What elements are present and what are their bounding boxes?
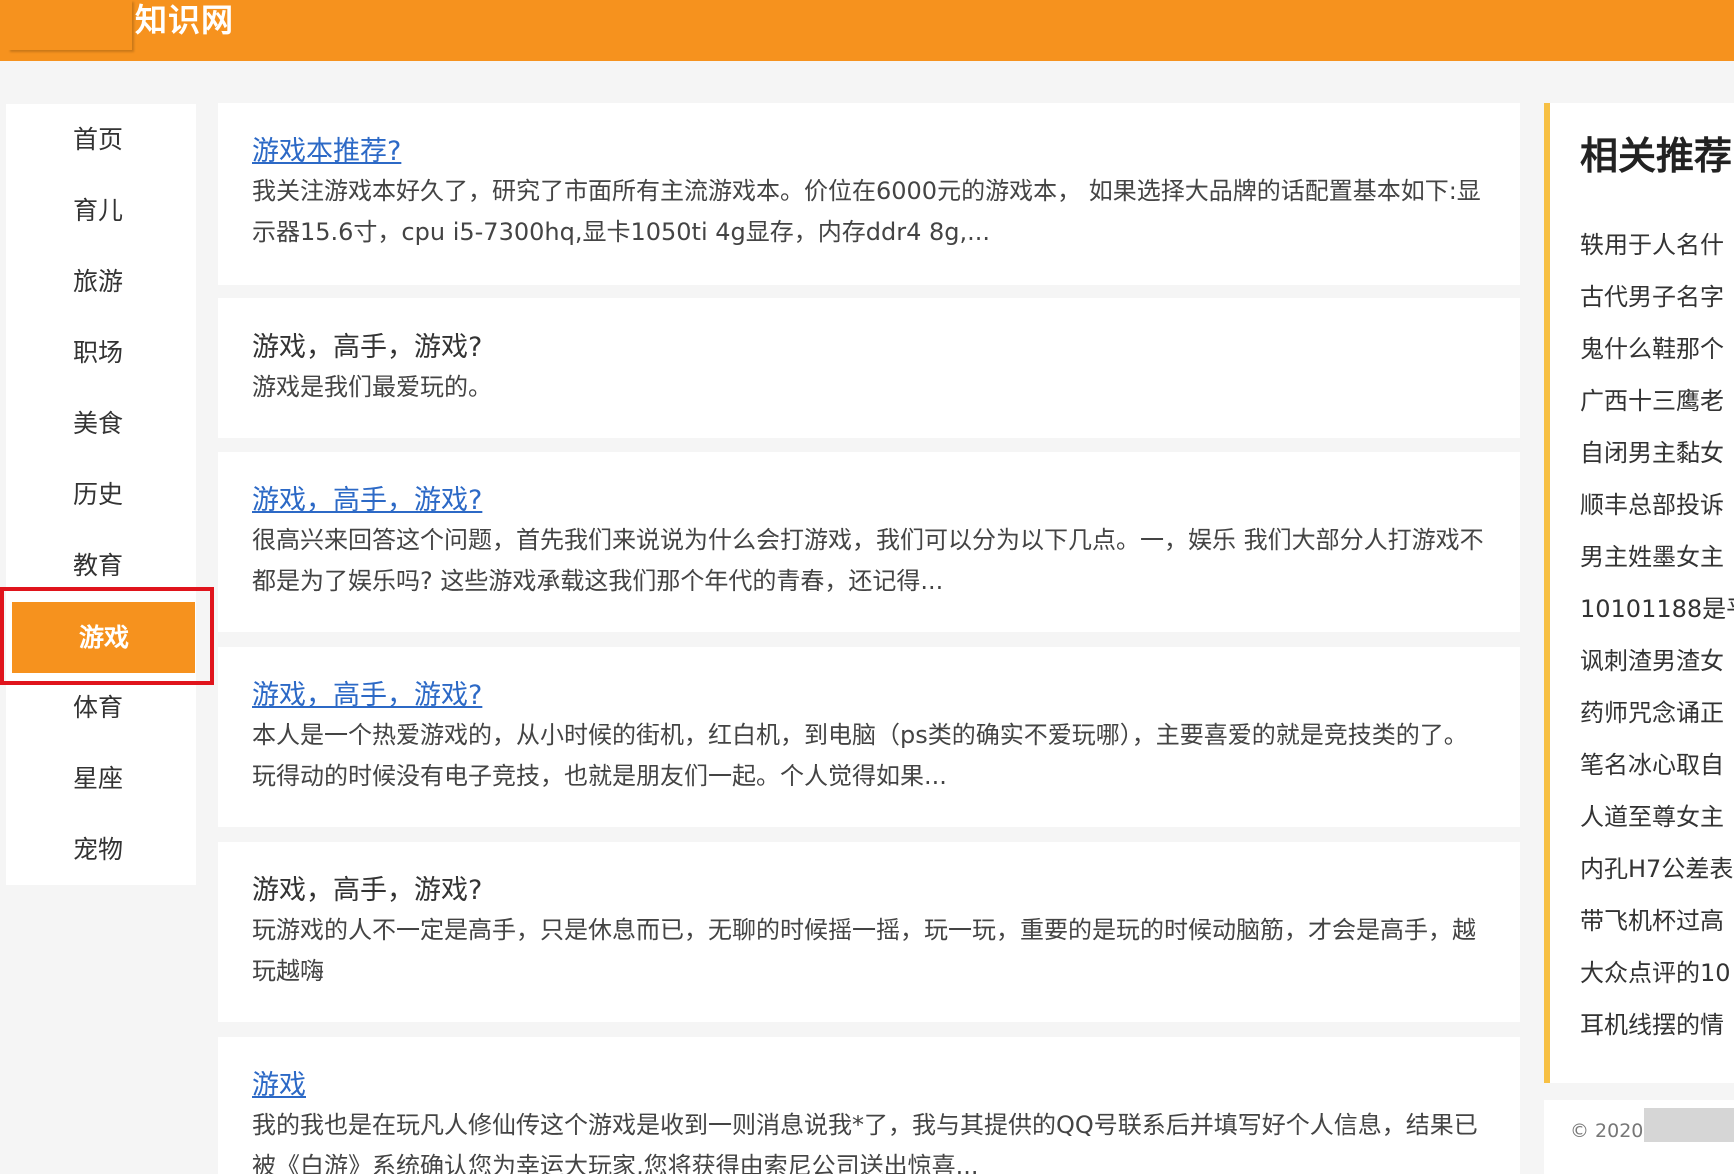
article-card: 游戏，高手，游戏? 很高兴来回答这个问题，首先我们来说说为什么会打游戏，我们可以… xyxy=(218,452,1520,632)
nav-item-parenting[interactable]: 育儿 xyxy=(6,175,196,246)
article-card: 游戏 我的我也是在玩凡人修仙传这个游戏是收到一则消息说我*了，我与其提供的QQ号… xyxy=(218,1037,1520,1174)
related-panel: 相关推荐 轶用于人名什 古代男子名字 鬼什么鞋那个 广西十三鹰老 自闭男主黏女 … xyxy=(1544,103,1734,1083)
related-item[interactable]: 顺丰总部投诉 xyxy=(1580,485,1724,520)
article-summary: 玩游戏的人不一定是高手，只是休息而已，无聊的时候摇一摇，玩一玩，重要的是玩的时候… xyxy=(252,916,1476,985)
related-item[interactable]: 讽刺渣男渣女 xyxy=(1580,641,1724,676)
footer-placeholder xyxy=(1644,1108,1734,1142)
related-item[interactable]: 带飞机杯过高 xyxy=(1580,901,1724,936)
article-title: 游戏，高手，游戏? xyxy=(252,875,483,906)
nav-item-food[interactable]: 美食 xyxy=(6,388,196,459)
logo[interactable] xyxy=(8,0,132,50)
nav-item-career[interactable]: 职场 xyxy=(6,317,196,388)
article-title: 游戏，高手，游戏? xyxy=(252,332,483,363)
article-card: 游戏，高手，游戏? 游戏是我们最爱玩的。 xyxy=(218,298,1520,438)
nav-item-horoscope[interactable]: 星座 xyxy=(6,743,196,814)
article-summary: 我关注游戏本好久了，研究了市面所有主流游戏本。价位在6000元的游戏本， 如果选… xyxy=(252,177,1481,246)
article-card: 游戏，高手，游戏? 本人是一个热爱游戏的，从小时候的街机，红白机，到电脑（ps类… xyxy=(218,647,1520,827)
related-title: 相关推荐 xyxy=(1580,134,1733,178)
article-title-link[interactable]: 游戏，高手，游戏? xyxy=(252,677,1490,715)
related-item[interactable]: 大众点评的10 xyxy=(1580,953,1731,988)
site-name[interactable]: 知识网 xyxy=(135,0,234,40)
article-title-link[interactable]: 游戏 xyxy=(252,1067,1490,1105)
copyright-text: © 2020 xyxy=(1570,1120,1644,1142)
nav-item-home[interactable]: 首页 xyxy=(6,104,196,175)
nav-item-history[interactable]: 历史 xyxy=(6,459,196,530)
nav-item-education[interactable]: 教育 xyxy=(6,530,196,601)
related-item[interactable]: 鬼什么鞋那个 xyxy=(1580,329,1724,364)
related-item[interactable]: 笔名冰心取自 xyxy=(1580,745,1724,780)
article-title-link[interactable]: 游戏，高手，游戏? xyxy=(252,482,1490,520)
related-item[interactable]: 男主姓墨女主 xyxy=(1580,537,1724,572)
related-item[interactable]: 耳机线摆的情 xyxy=(1580,1005,1724,1040)
footer: © 2020 xyxy=(1544,1100,1734,1174)
category-nav: 首页 育儿 旅游 职场 美食 历史 教育 游戏 体育 星座 宠物 xyxy=(6,104,196,885)
site-header: 知识网 xyxy=(0,0,1734,61)
article-summary: 我的我也是在玩凡人修仙传这个游戏是收到一则消息说我*了，我与其提供的QQ号联系后… xyxy=(252,1111,1478,1174)
article-summary: 很高兴来回答这个问题，首先我们来说说为什么会打游戏，我们可以分为以下几点。一，娱… xyxy=(252,526,1484,595)
nav-item-sports[interactable]: 体育 xyxy=(6,672,196,743)
related-item[interactable]: 人道至尊女主 xyxy=(1580,797,1724,832)
related-item[interactable]: 自闭男主黏女 xyxy=(1580,433,1724,468)
nav-item-travel[interactable]: 旅游 xyxy=(6,246,196,317)
article-card: 游戏，高手，游戏? 玩游戏的人不一定是高手，只是休息而已，无聊的时候摇一摇，玩一… xyxy=(218,842,1520,1022)
related-item[interactable]: 轶用于人名什 xyxy=(1580,225,1724,260)
article-card: 游戏本推荐? 我关注游戏本好久了，研究了市面所有主流游戏本。价位在6000元的游… xyxy=(218,103,1520,285)
related-item[interactable]: 古代男子名字 xyxy=(1580,277,1724,312)
article-summary: 游戏是我们最爱玩的。 xyxy=(252,373,492,401)
related-item[interactable]: 广西十三鹰老 xyxy=(1580,381,1724,416)
nav-item-games[interactable]: 游戏 xyxy=(12,602,195,673)
related-item[interactable]: 药师咒念诵正 xyxy=(1580,693,1724,728)
related-item[interactable]: 10101188是平 xyxy=(1580,589,1734,624)
related-item[interactable]: 内孔H7公差表 xyxy=(1580,849,1733,884)
article-summary: 本人是一个热爱游戏的，从小时候的街机，红白机，到电脑（ps类的确实不爱玩哪），主… xyxy=(252,721,1468,790)
nav-item-pets[interactable]: 宠物 xyxy=(6,814,196,885)
article-title-link[interactable]: 游戏本推荐? xyxy=(252,133,1490,171)
